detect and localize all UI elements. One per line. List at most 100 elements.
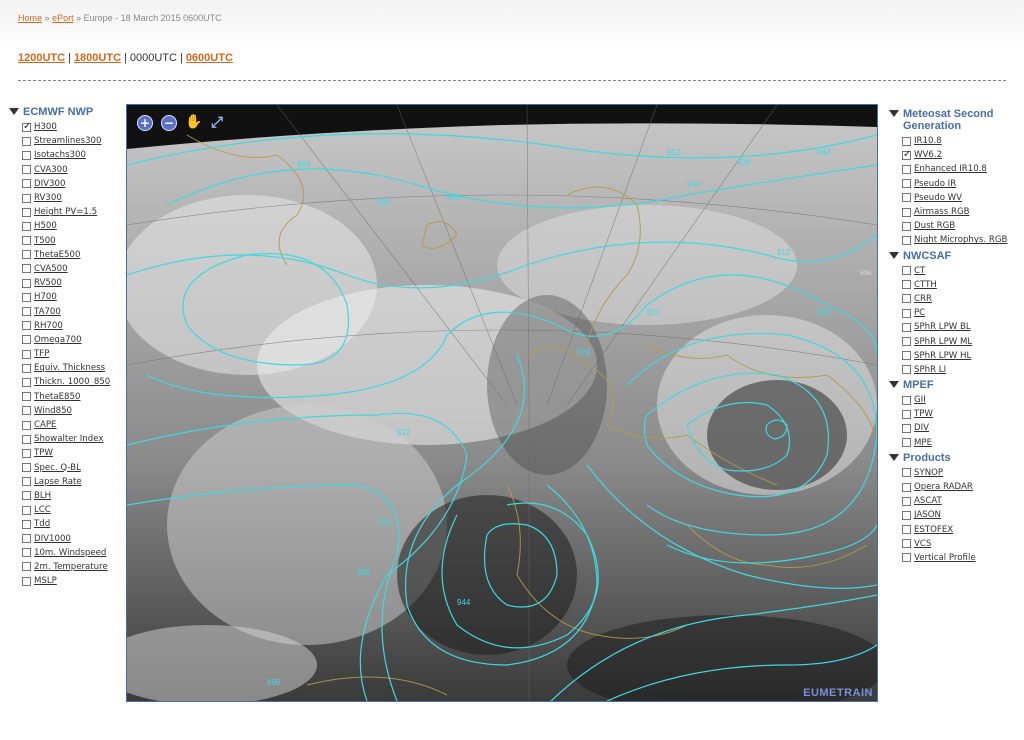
satellite-map[interactable]: 864 880 896 912 928 944 912 928 912 928 944 880 896 9… [127,105,877,701]
layer-item[interactable]: TA700 [9,304,123,318]
layer-label[interactable]: H300 [34,122,57,132]
layer-checkbox[interactable] [902,496,911,506]
layer-checkbox[interactable] [902,179,911,189]
layer-checkbox[interactable] [902,525,911,535]
layer-label[interactable]: CRR [914,294,932,304]
layer-checkbox[interactable] [22,420,31,430]
layer-item[interactable]: H500 [9,219,123,233]
layer-checkbox[interactable] [22,278,31,288]
map-viewer[interactable]: 864 880 896 912 928 944 912 928 912 928 944 880 896 9… [126,104,878,702]
layer-item[interactable]: TPW [9,446,123,460]
layer-checkbox[interactable] [902,365,911,375]
layer-checkbox[interactable] [902,539,911,549]
group-header[interactable]: Products [889,452,1019,464]
layer-item[interactable]: Pseudo IR [889,177,1019,191]
layer-checkbox[interactable] [902,235,911,245]
layer-label[interactable]: Lapse Rate [34,477,82,487]
layer-item[interactable]: 10m. Windspeed [9,546,123,560]
layer-checkbox[interactable] [22,377,31,387]
layer-item[interactable]: GII [889,393,1019,407]
layer-label[interactable]: PC [914,308,925,318]
layer-checkbox[interactable] [902,351,911,361]
layer-label[interactable]: CVA500 [34,264,68,274]
layer-checkbox[interactable] [902,149,911,160]
layer-label[interactable]: Enhanced IR10.8 [914,164,987,174]
layer-checkbox[interactable] [22,292,31,302]
layer-checkbox[interactable] [22,434,31,444]
layer-label[interactable]: VCS [914,539,931,549]
layer-item[interactable]: SPhR LPW HL [889,349,1019,363]
layer-item[interactable]: ASCAT [889,494,1019,508]
layer-item[interactable]: Vertical Profile [889,551,1019,565]
layer-checkbox[interactable] [22,207,31,217]
layer-item[interactable]: CT [889,264,1019,278]
layer-label[interactable]: DIV300 [34,179,65,189]
layer-checkbox[interactable] [22,562,31,572]
layer-item[interactable]: DIV [889,421,1019,435]
layer-label[interactable]: 2m. Temperature [34,562,108,572]
layer-checkbox[interactable] [902,221,911,231]
layer-checkbox[interactable] [902,193,911,203]
layer-label[interactable]: T500 [34,236,56,246]
layer-label[interactable]: RV300 [34,193,62,203]
layer-item[interactable]: Enhanced IR10.8 [889,162,1019,176]
layer-label[interactable]: CT [914,266,925,276]
layer-item[interactable]: 2m. Temperature [9,560,123,574]
time-link-1800utc[interactable]: 1800UTC [74,52,121,64]
layer-item[interactable]: ThetaE500 [9,248,123,262]
layer-checkbox[interactable] [22,363,31,373]
layer-item[interactable]: Isotachs300 [9,148,123,162]
layer-label[interactable]: H700 [34,292,57,302]
layer-label[interactable]: TA700 [34,307,61,317]
layer-item[interactable]: ESTOFEX [889,523,1019,537]
layer-item[interactable]: CVA500 [9,262,123,276]
layer-item[interactable]: Wind850 [9,404,123,418]
layer-label[interactable]: SYNOP [914,468,943,478]
layer-label[interactable]: RH700 [34,321,63,331]
layer-label[interactable]: Showalter Index [34,434,103,444]
layer-checkbox[interactable] [902,164,911,174]
layer-checkbox[interactable] [22,307,31,317]
layer-item[interactable]: MPE [889,436,1019,450]
layer-label[interactable]: Pseudo IR [914,179,956,189]
layer-checkbox[interactable] [902,136,911,146]
layer-item[interactable]: H700 [9,290,123,304]
layer-item[interactable]: PC [889,306,1019,320]
layer-item[interactable]: Dust RGB [889,219,1019,233]
layer-label[interactable]: SPhR LPW BL [914,322,971,332]
layer-checkbox[interactable] [22,321,31,331]
layer-item[interactable]: RV300 [9,191,123,205]
layer-label[interactable]: ThetaE850 [34,392,80,402]
layer-item[interactable]: Opera RADAR [889,480,1019,494]
layer-item[interactable]: T500 [9,234,123,248]
zoom-out-icon[interactable]: − [161,115,177,131]
layer-checkbox[interactable] [902,423,911,433]
layer-item[interactable]: CRR [889,292,1019,306]
layer-item[interactable]: Tdd [9,517,123,531]
layer-label[interactable]: BLH [34,491,51,501]
layer-checkbox[interactable] [902,482,911,492]
layer-item[interactable]: JASON [889,508,1019,522]
group-header[interactable]: MPEF [889,379,1019,391]
layer-label[interactable]: Equiv. Thickness [34,363,105,373]
layer-label[interactable]: Wind850 [34,406,72,416]
layer-label[interactable]: DIV1000 [34,534,71,544]
layer-item[interactable]: Showalter Index [9,432,123,446]
layer-label[interactable]: Vertical Profile [914,553,976,563]
layer-checkbox[interactable] [902,409,911,419]
layer-item[interactable]: Night Microphys. RGB [889,233,1019,247]
layer-checkbox[interactable] [902,207,911,217]
layer-item[interactable]: DIV300 [9,177,123,191]
layer-label[interactable]: ThetaE500 [34,250,80,260]
layer-label[interactable]: Streamlines300 [34,136,101,146]
layer-checkbox[interactable] [22,491,31,501]
layer-checkbox[interactable] [22,264,31,274]
layer-checkbox[interactable] [22,349,31,359]
layer-label[interactable]: Spec. Q-BL [34,463,81,473]
zoom-in-icon[interactable]: + [137,115,153,131]
layer-item[interactable]: RH700 [9,319,123,333]
layer-label[interactable]: IR10.8 [914,136,942,146]
layer-item[interactable]: SPhR LI [889,363,1019,377]
breadcrumb-home-link[interactable]: Home [18,13,42,23]
layer-item[interactable]: Equiv. Thickness [9,361,123,375]
